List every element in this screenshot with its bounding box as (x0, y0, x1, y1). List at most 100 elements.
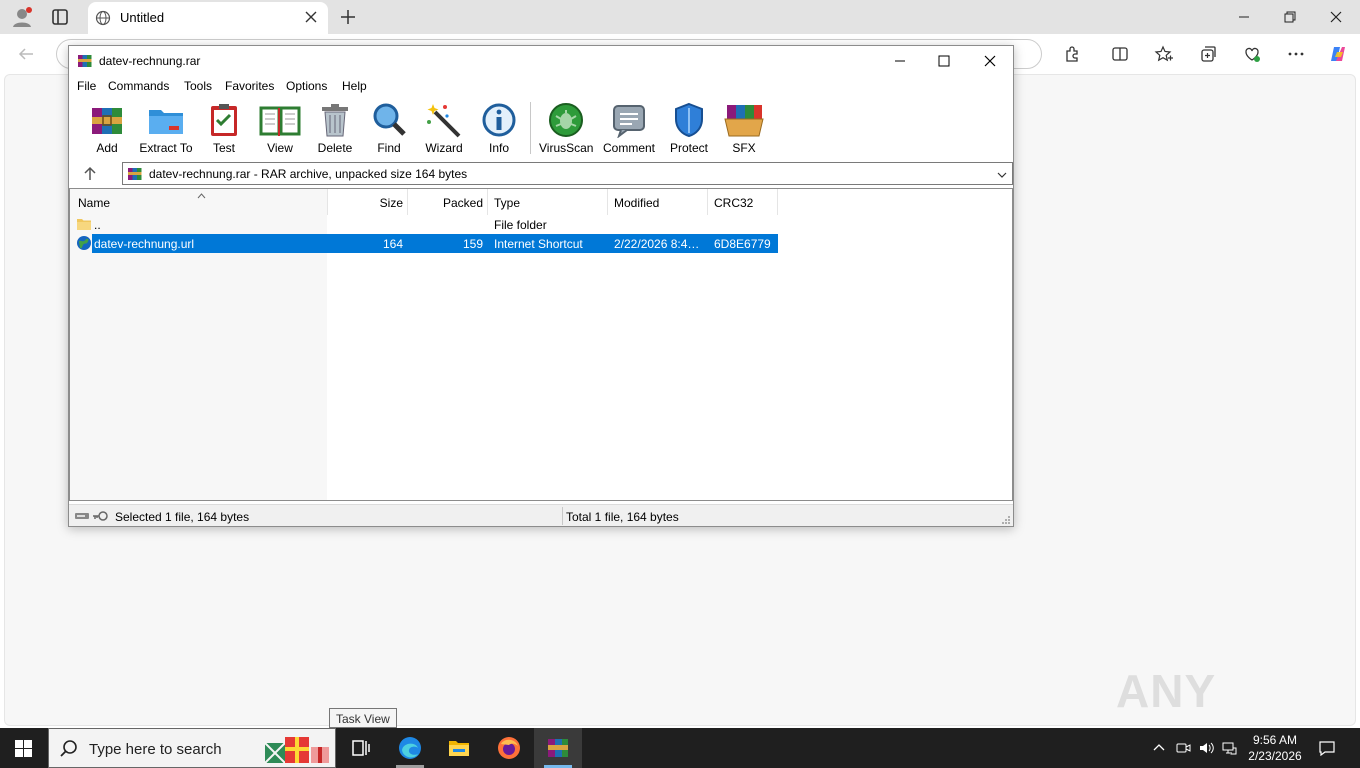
cell-packed: 159 (462, 237, 483, 251)
restore-icon[interactable] (1280, 7, 1300, 27)
profile-icon[interactable] (10, 5, 34, 29)
column-header-packed[interactable]: Packed (407, 196, 483, 210)
chevron-up-icon[interactable] (1151, 740, 1167, 756)
column-divider[interactable] (707, 189, 708, 215)
column-divider[interactable] (607, 189, 608, 215)
cell-crc32: 6D8E6779 (714, 237, 771, 251)
drive-icon[interactable] (74, 510, 90, 522)
virusscan-button[interactable]: VirusScan (539, 98, 593, 156)
status-bar: Selected 1 file, 164 bytes Total 1 file,… (69, 504, 1013, 526)
column-header-crc32[interactable]: CRC32 (714, 196, 753, 210)
info-button[interactable]: Info (479, 98, 519, 156)
maximize-icon[interactable] (933, 50, 955, 72)
start-button[interactable] (0, 728, 48, 768)
toolbar-separator (530, 102, 531, 154)
find-label: Find (377, 141, 401, 155)
new-tab-button[interactable] (338, 7, 358, 27)
column-header-name[interactable]: Name (78, 196, 110, 210)
column-header-modified[interactable]: Modified (614, 196, 659, 210)
menu-help[interactable]: Help (342, 79, 367, 93)
resize-grip-icon[interactable] (1001, 514, 1011, 524)
chevron-down-icon[interactable] (996, 169, 1008, 179)
cell-modified: 2/22/2026 8:45 ... (614, 237, 706, 251)
copilot-icon[interactable] (1328, 44, 1348, 64)
sort-ascending-icon (197, 189, 206, 199)
extract-to-label: Extract To (139, 141, 193, 155)
split-screen-icon[interactable] (1110, 44, 1130, 64)
taskbar-firefox[interactable] (485, 728, 533, 768)
meet-now-icon[interactable] (1175, 740, 1191, 756)
anyrun-watermark: ANY RUN (1116, 656, 1316, 768)
extract-folder-icon (149, 110, 183, 134)
protect-button-main[interactable]: Protect (667, 98, 711, 156)
menu-commands[interactable]: Commands (108, 79, 169, 93)
view-button[interactable]: View (258, 98, 302, 156)
toolbar: Add Extract To Test View Delete Find Wiz… (69, 98, 1013, 156)
column-divider[interactable] (487, 189, 488, 215)
delete-label: Delete (317, 141, 353, 155)
volume-icon[interactable] (1198, 740, 1214, 756)
windows-logo-icon (15, 740, 32, 757)
find-button[interactable]: Find (369, 98, 409, 156)
favorites-icon[interactable] (1154, 44, 1174, 64)
browser-tab[interactable]: Untitled (88, 2, 328, 34)
column-divider[interactable] (777, 189, 778, 215)
collections-icon[interactable] (1198, 44, 1218, 64)
notification-icon[interactable] (1318, 740, 1336, 757)
info-label: Info (488, 141, 509, 155)
minimize-icon[interactable] (1234, 7, 1254, 27)
browser-essentials-icon[interactable] (1242, 44, 1262, 64)
table-row-selected[interactable]: datev-rechnung.url 164 159 Internet Shor… (70, 234, 1012, 253)
magnifier-icon (373, 103, 406, 136)
extensions-icon[interactable] (1062, 44, 1082, 64)
table-row[interactable]: .. File folder (70, 215, 1012, 234)
menu-tools[interactable]: Tools (184, 79, 212, 93)
test-button[interactable]: Test (206, 98, 242, 156)
sfx-label: SFX (732, 141, 756, 155)
taskbar-file-explorer[interactable] (435, 728, 483, 768)
wizard-button[interactable]: Wizard (422, 98, 466, 156)
add-button[interactable]: Add (87, 98, 127, 156)
view-label: View (267, 141, 293, 155)
close-icon[interactable] (979, 50, 1001, 72)
close-icon[interactable] (1326, 7, 1346, 27)
folder-icon (76, 216, 92, 232)
column-header-type[interactable]: Type (494, 196, 520, 210)
firefox-icon (498, 737, 520, 759)
close-tab-icon[interactable] (304, 10, 318, 24)
taskbar-edge[interactable] (386, 728, 434, 768)
path-combobox[interactable]: datev-rechnung.rar - RAR archive, unpack… (122, 162, 1013, 185)
winrar-app-icon (77, 53, 93, 69)
network-icon[interactable] (1221, 740, 1237, 756)
trash-icon (322, 104, 348, 137)
menu-file[interactable]: File (77, 79, 96, 93)
search-placeholder: Type here to search (89, 741, 222, 758)
view-book-icon (259, 106, 301, 136)
virus-scan-icon (549, 103, 583, 137)
menu-options[interactable]: Options (286, 79, 327, 93)
window-title: datev-rechnung.rar (99, 54, 201, 68)
back-arrow-icon[interactable] (16, 44, 36, 64)
up-arrow-icon[interactable] (81, 165, 99, 183)
taskbar-winrar[interactable] (534, 728, 582, 768)
system-clock[interactable]: 9:56 AM 2/23/2026 (1240, 732, 1310, 764)
tab-actions-icon[interactable] (50, 7, 70, 27)
more-options-icon[interactable] (1286, 44, 1306, 64)
menu-favorites[interactable]: Favorites (225, 79, 274, 93)
file-list: Name Size Packed Type Modified CRC32 .. … (69, 188, 1013, 501)
delete-button[interactable]: Delete (315, 98, 355, 156)
sfx-button[interactable]: SFX (722, 98, 766, 156)
shield-icon (675, 102, 703, 138)
key-icon[interactable] (92, 510, 108, 522)
task-view-button[interactable] (337, 728, 385, 768)
add-label: Add (96, 141, 118, 155)
browser-tab-strip: Untitled (0, 0, 1360, 34)
minimize-icon[interactable] (889, 50, 911, 72)
gifts-icon (263, 733, 333, 765)
comment-button[interactable]: Comment (601, 98, 657, 156)
taskbar-search[interactable]: Type here to search (48, 728, 336, 768)
extract-to-button[interactable]: Extract To (139, 98, 193, 156)
path-bar: datev-rechnung.rar - RAR archive, unpack… (69, 161, 1013, 186)
test-label: Test (212, 141, 235, 155)
column-header-size[interactable]: Size (327, 196, 403, 210)
